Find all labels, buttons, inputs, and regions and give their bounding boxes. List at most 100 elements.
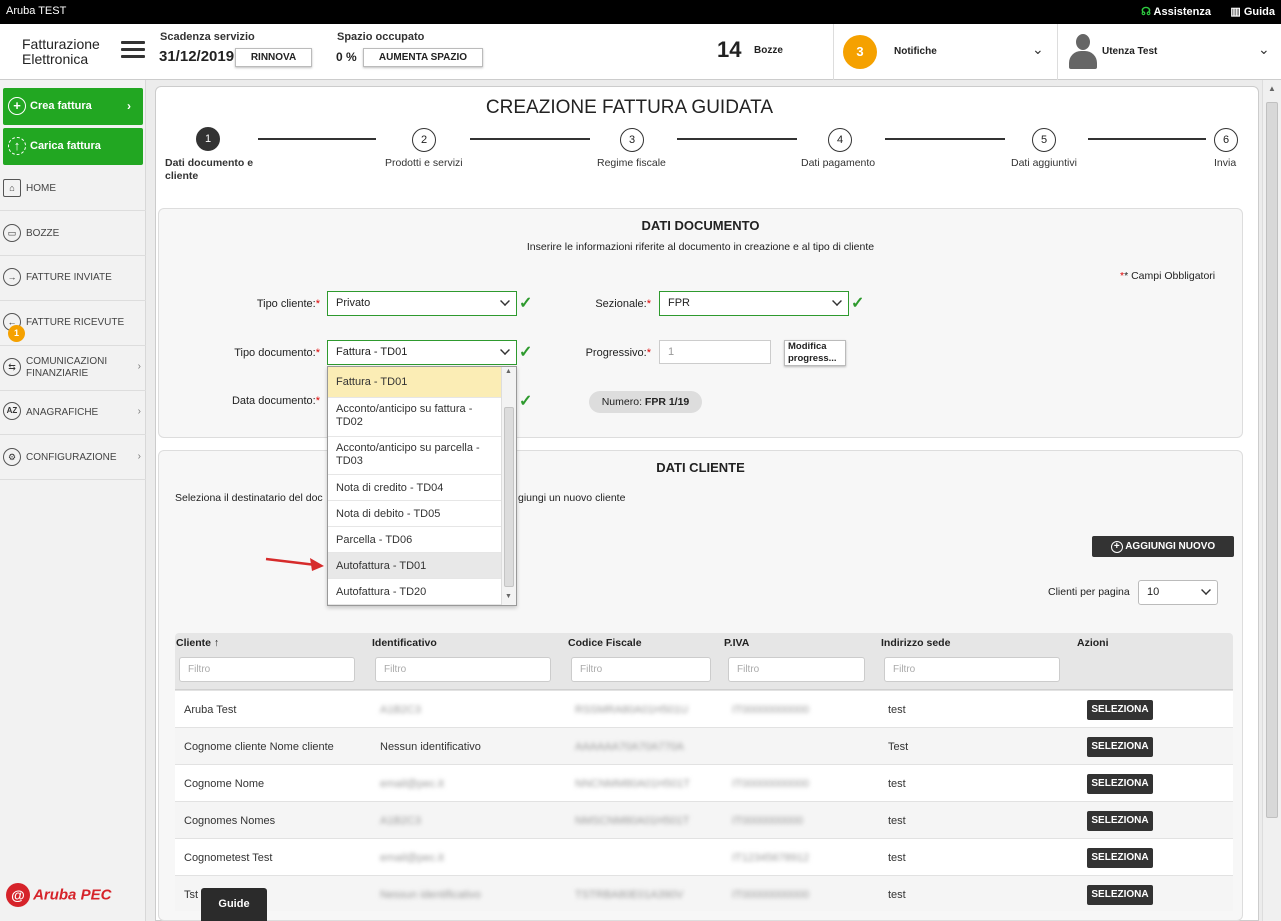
data-documento-check-icon: ✓	[519, 393, 533, 410]
filter-indirizzo-input[interactable]: Filtro	[884, 657, 1060, 682]
hamburger-menu-icon[interactable]	[121, 41, 145, 59]
table-row: Cognometest Test email@pec.it IT12345678…	[175, 838, 1233, 875]
filter-identificativo-input[interactable]: Filtro	[375, 657, 551, 682]
arrow-right-circle-icon: →	[3, 268, 21, 286]
numero-badge: Numero: FPR 1/19	[589, 391, 702, 413]
sezionale-label: Sezionale:*	[595, 298, 651, 310]
sidebar-item-anagrafiche[interactable]: AZ ANAGRAFICHE ›	[0, 390, 146, 435]
step-4-label: Dati pagamento	[801, 157, 876, 169]
sidebar-item-fatture-ricevute[interactable]: ← 1 FATTURE RICEVUTE	[0, 301, 146, 346]
dati-cliente-title: DATI CLIENTE	[656, 460, 745, 475]
dropdown-option[interactable]: Fattura - TD01	[328, 367, 502, 398]
table-row: Cognome Nome email@pec.it NNCNMM80A01H50…	[175, 764, 1233, 801]
window-titlebar: Aruba TEST ☊ Assistenza ▥ Guida	[0, 0, 1281, 24]
stepper-line	[258, 138, 376, 140]
dropdown-option-hovered[interactable]: Autofattura - TD01	[328, 553, 502, 579]
sidebar-item-fatture-inviate[interactable]: → FATTURE INVIATE	[0, 256, 146, 301]
seleziona-button[interactable]: SELEZIONA	[1087, 737, 1153, 757]
chevron-down-icon	[1201, 585, 1211, 595]
dropdown-option[interactable]: Autofattura - TD20	[328, 579, 502, 605]
dropdown-option[interactable]: Acconto/anticipo su fattura - TD02	[328, 398, 502, 437]
data-documento-label: Data documento:*	[231, 395, 320, 407]
user-name[interactable]: Utenza Test	[1102, 46, 1157, 57]
col-codice-fiscale[interactable]: Codice Fiscale	[568, 637, 642, 649]
stepper-line	[885, 138, 1005, 140]
table-row: Tst Nessun identificativo TSTRBA80E01A39…	[175, 875, 1233, 911]
spazio-value: 0 %	[336, 50, 357, 64]
chevron-down-icon	[500, 296, 510, 306]
sidebar-item-home[interactable]: ⌂ HOME	[0, 166, 146, 211]
carica-fattura-button[interactable]: ↑ Carica fattura	[3, 128, 143, 165]
aruba-at-icon: @	[6, 883, 30, 907]
notifiche-count-badge[interactable]: 3	[843, 35, 877, 69]
chevron-right-icon: ›	[137, 406, 141, 417]
progressivo-label: Progressivo:*	[585, 347, 651, 359]
progressivo-input[interactable]: 1	[659, 340, 771, 364]
seleziona-button[interactable]: SELEZIONA	[1087, 885, 1153, 905]
tipo-documento-select[interactable]: Fattura - TD01	[327, 340, 517, 365]
scadenza-value: 31/12/2019	[159, 48, 235, 65]
dropdown-option[interactable]: Nota di credito - TD04	[328, 475, 502, 501]
rinnova-button[interactable]: RINNOVA	[235, 48, 312, 67]
seleziona-button[interactable]: SELEZIONA	[1087, 848, 1153, 868]
seleziona-button[interactable]: SELEZIONA	[1087, 774, 1153, 794]
filter-codice-fiscale-input[interactable]: Filtro	[571, 657, 711, 682]
step-5-label: Dati aggiuntivi	[1011, 157, 1077, 169]
col-identificativo[interactable]: Identificativo	[372, 637, 437, 649]
filter-piva-input[interactable]: Filtro	[728, 657, 865, 682]
tipo-documento-label: Tipo documento:*	[234, 347, 320, 359]
tipo-documento-dropdown: Fattura - TD01 Acconto/anticipo su fattu…	[327, 366, 517, 606]
assistenza-link[interactable]: ☊ Assistenza	[1141, 5, 1211, 18]
page-scrollbar[interactable]: ▲	[1262, 80, 1281, 921]
filter-cliente-input[interactable]: Filtro	[179, 657, 355, 682]
step-2-label: Prodotti e servizi	[385, 157, 463, 169]
dropdown-option[interactable]: Parcella - TD06	[328, 527, 502, 553]
step-3[interactable]: 3	[620, 128, 644, 152]
exchange-icon: ⇆	[3, 358, 21, 376]
seleziona-button[interactable]: SELEZIONA	[1087, 811, 1153, 831]
notifiche-label[interactable]: Notifiche	[894, 46, 937, 57]
guide-tab[interactable]: Guide	[201, 888, 267, 921]
dropdown-scrollbar[interactable]: ▲ ▼	[501, 367, 516, 605]
chevron-right-icon: ›	[137, 451, 141, 462]
guida-link[interactable]: ▥ Guida	[1230, 5, 1275, 18]
app-logo[interactable]: Fatturazione Elettronica	[22, 37, 100, 67]
dropdown-option[interactable]: Nota di debito - TD05	[328, 501, 502, 527]
scroll-down-icon: ▼	[505, 593, 512, 600]
scadenza-label: Scadenza servizio	[160, 31, 255, 43]
book-icon: ▥	[1230, 6, 1244, 18]
step-1[interactable]: 1	[196, 127, 220, 151]
table-row: Aruba Test A1B2C3 RSSMRA80A01H501U IT000…	[175, 690, 1233, 727]
bozze-label[interactable]: Bozze	[754, 45, 783, 56]
sidebar-item-bozze[interactable]: ▭ BOZZE	[0, 211, 146, 256]
headset-icon: ☊	[1141, 6, 1154, 18]
tipo-cliente-label: Tipo cliente:*	[256, 298, 320, 310]
table-row: Cognome cliente Nome cliente Nessun iden…	[175, 727, 1233, 764]
modifica-progressivo-button[interactable]: Modifica progress...	[784, 340, 846, 366]
sezionale-select[interactable]: FPR	[659, 291, 849, 316]
sidebar-item-comunicazioni-finanziarie[interactable]: ⇆ COMUNICAZIONI FINANZIARIE ›	[0, 346, 146, 391]
seleziona-button[interactable]: SELEZIONA	[1087, 700, 1153, 720]
step-5[interactable]: 5	[1032, 128, 1056, 152]
user-avatar-icon	[1068, 34, 1098, 70]
step-2[interactable]: 2	[412, 128, 436, 152]
aggiungi-nuovo-button[interactable]: + AGGIUNGI NUOVO	[1092, 536, 1234, 557]
col-piva[interactable]: P.IVA	[724, 637, 749, 649]
col-indirizzo-sede[interactable]: Indirizzo sede	[881, 637, 950, 649]
step-4[interactable]: 4	[828, 128, 852, 152]
tipo-cliente-select[interactable]: Privato	[327, 291, 517, 316]
aumenta-spazio-button[interactable]: AUMENTA SPAZIO	[363, 48, 483, 67]
step-6[interactable]: 6	[1214, 128, 1238, 152]
scroll-up-icon: ▲	[505, 368, 512, 375]
chevron-right-icon: ›	[137, 361, 141, 372]
sidebar-item-configurazione[interactable]: ⚙ CONFIGURAZIONE ›	[0, 435, 146, 480]
page-scroll-thumb[interactable]	[1266, 102, 1278, 818]
clienti-per-pagina-select[interactable]: 10	[1138, 580, 1218, 605]
aruba-pec-logo: @ Aruba PEC	[6, 883, 111, 907]
user-chevron-down-icon[interactable]: ⌄	[1258, 41, 1270, 58]
col-cliente[interactable]: Cliente ↑	[176, 637, 219, 649]
notifiche-chevron-down-icon[interactable]: ⌄	[1032, 41, 1044, 58]
spazio-label: Spazio occupato	[337, 31, 425, 43]
dropdown-option[interactable]: Acconto/anticipo su parcella - TD03	[328, 437, 502, 475]
bozze-count[interactable]: 14	[717, 37, 741, 63]
